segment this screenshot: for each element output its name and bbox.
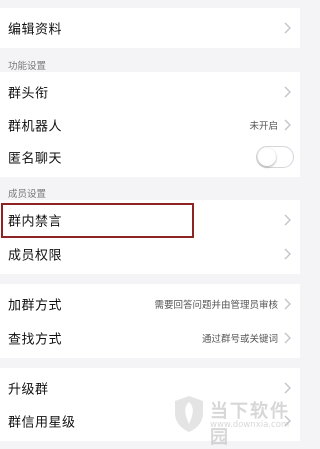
chevron-right-icon <box>284 22 291 34</box>
chevron-right-icon <box>284 214 291 226</box>
chevron-right-icon <box>284 332 291 344</box>
anonymous-chat-toggle[interactable] <box>256 146 294 168</box>
find-method-row[interactable]: 查找方式 通过群号或关键词 <box>0 318 300 358</box>
upgrade-group-label: 升级群 <box>8 382 49 398</box>
highlight-box <box>1 203 194 238</box>
members-section-title: 成员设置 <box>8 189 47 200</box>
watermark: 当下软件园 www.downxia.com <box>170 392 300 448</box>
group-credit-label: 群信用星级 <box>8 415 76 431</box>
join-method-label: 加群方式 <box>8 298 63 314</box>
edit-profile-label: 编辑资料 <box>8 22 63 38</box>
anonymous-chat-row: 匿名聊天 <box>0 137 300 177</box>
edit-profile-row[interactable]: 编辑资料 <box>0 8 300 48</box>
chevron-right-icon <box>284 119 291 131</box>
chevron-right-icon <box>284 298 291 310</box>
chevron-right-icon <box>284 248 291 260</box>
find-method-label: 查找方式 <box>8 332 63 348</box>
find-method-value: 通过群号或关键词 <box>201 334 278 345</box>
join-method-value: 需要回答问题并由管理员审核 <box>154 300 278 311</box>
member-permissions-label: 成员权限 <box>8 248 63 264</box>
group-title-label: 群头衔 <box>8 86 49 102</box>
group-robot-status: 未开启 <box>249 121 278 132</box>
chevron-right-icon <box>284 86 291 98</box>
watermark-url: www.downxia.com <box>210 420 290 430</box>
features-section-title: 功能设置 <box>8 61 47 72</box>
shield-logo-icon <box>175 396 203 432</box>
group-robot-label: 群机器人 <box>8 119 63 135</box>
anonymous-chat-label: 匿名聊天 <box>8 151 63 167</box>
toggle-knob <box>258 148 276 166</box>
member-permissions-row[interactable]: 成员权限 <box>0 234 300 274</box>
